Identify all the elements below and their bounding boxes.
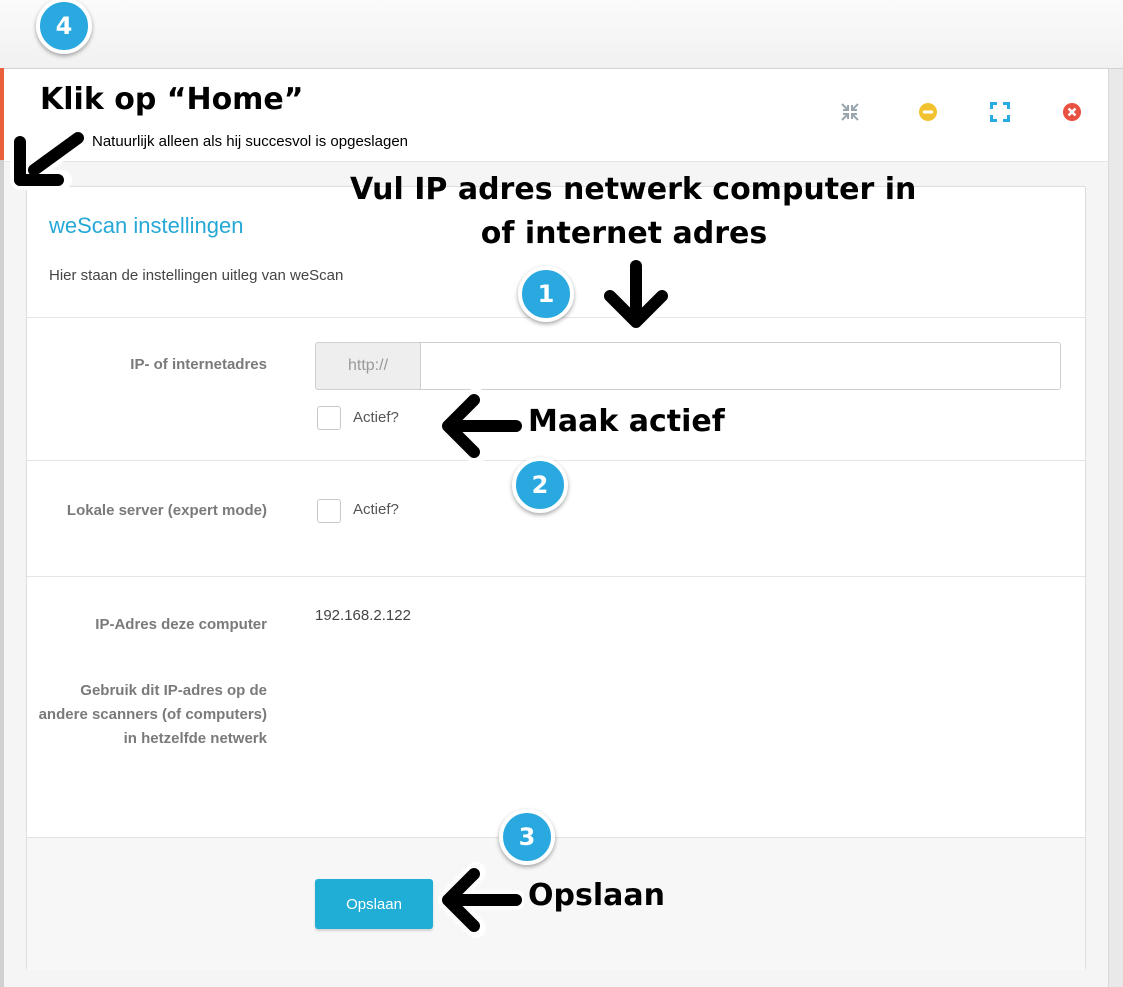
minimize-button[interactable] (916, 100, 940, 124)
step-2-badge: 2 (512, 457, 568, 513)
arrow-down-icon (598, 258, 674, 332)
step-1-title-line-1: Vul IP adres netwerk computer in (350, 172, 917, 207)
shrink-button[interactable] (838, 100, 862, 124)
arrow-down-left-icon (10, 126, 88, 190)
panel-title: weScan instellingen (49, 213, 244, 238)
step-4-title: Klik op “Home” (40, 82, 304, 117)
address-active-label: Actief? (353, 409, 399, 426)
close-button[interactable] (1060, 100, 1084, 124)
step-4-note: Natuurlijk alleen als hij succesvol is o… (92, 133, 409, 150)
panel-subtitle: Hier staan de instellingen uitleg van we… (49, 267, 344, 284)
address-active-checkbox[interactable] (317, 406, 341, 430)
local-server-label: Lokale server (expert mode) (66, 502, 267, 519)
fullscreen-icon (990, 102, 1010, 122)
shrink-icon (841, 103, 859, 121)
step-2-title: Maak actief (528, 404, 725, 439)
step-1-title-line-2: of internet adres (480, 216, 768, 251)
url-prefix: http:// (315, 342, 421, 390)
local-server-active-label: Actief? (353, 501, 399, 518)
ip-value: 192.168.2.122 (315, 607, 411, 624)
close-icon (1063, 103, 1081, 121)
local-server-active-checkbox[interactable] (317, 499, 341, 523)
arrow-left-icon (438, 862, 524, 938)
top-bar (0, 0, 1123, 69)
minimize-icon (919, 103, 937, 121)
step-1-badge: 1 (518, 266, 574, 322)
ip-label: IP-Adres deze computer (95, 616, 267, 633)
save-button[interactable]: Opslaan (315, 879, 433, 929)
scrollbar[interactable] (1108, 69, 1123, 987)
step-3-badge: 3 (499, 809, 555, 865)
fullscreen-button[interactable] (988, 100, 1012, 124)
divider (27, 576, 1085, 577)
step-3-title: Opslaan (528, 878, 665, 913)
address-label: IP- of internetadres (130, 356, 267, 373)
address-input[interactable] (421, 342, 1061, 390)
arrow-left-icon (438, 388, 524, 464)
divider (27, 460, 1085, 461)
step-4-badge: 4 (36, 0, 92, 54)
ip-hint: Gebruik dit IP-adres op de andere scanne… (38, 682, 267, 747)
